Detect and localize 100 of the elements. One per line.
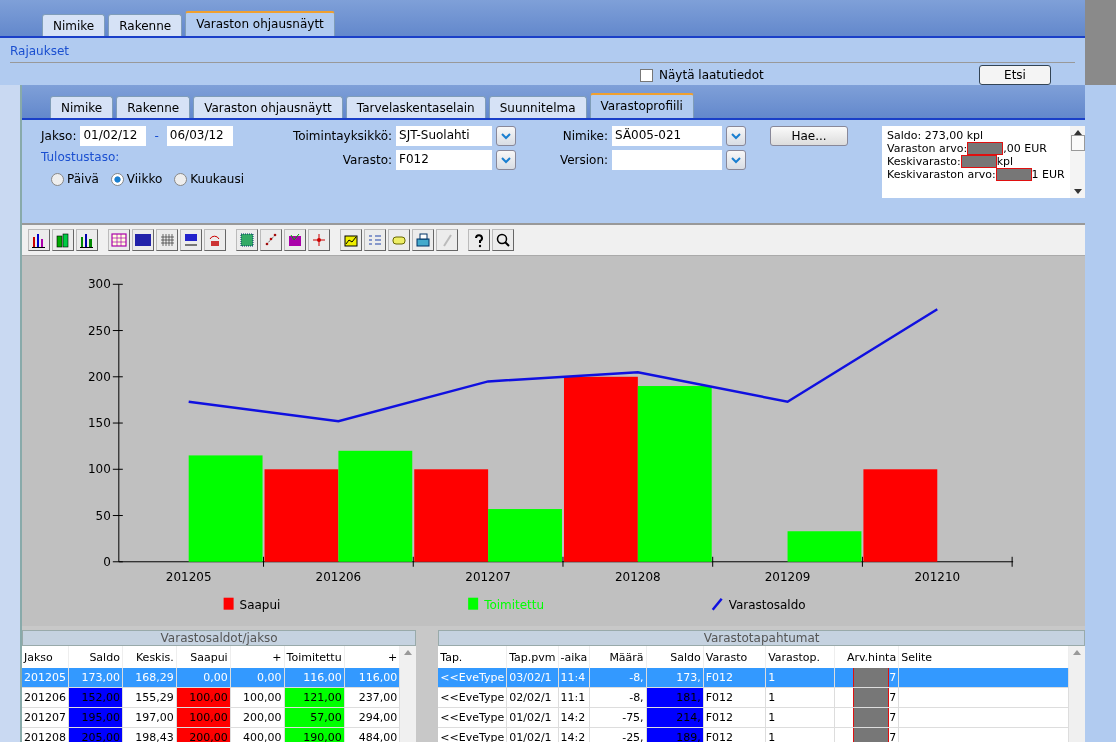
print-icon [414,231,432,249]
grouped-bars-button[interactable] [76,229,98,251]
radio-option[interactable]: Kuukausi [174,172,245,186]
table-cell: 01/02/1 [506,727,558,742]
pencil-button[interactable] [436,229,458,251]
legend-label: Varastosaldo [728,597,806,612]
grid-button[interactable] [156,229,178,251]
table-cell: 7 [889,711,897,724]
legend-swatch [468,597,479,610]
tab[interactable]: Nimike [50,96,114,118]
radio-option[interactable]: Viikko [110,172,163,186]
field-label: Nimike: [561,129,609,143]
tab[interactable]: Tarvelaskentaselain [345,96,486,118]
table-cell: 294,00 [344,707,400,728]
bar-chart-icon [30,231,48,249]
dropdown-button[interactable] [726,150,747,170]
dropdown-button[interactable] [496,126,517,146]
table-cell: 237,00 [344,687,400,708]
axis-tick-label: 201207 [465,569,511,584]
table-cell: -8, [589,687,647,708]
combo-field[interactable]: SJT-Suolahti [396,126,493,146]
table-row[interactable]: 201207 195,00 197,00 100,00 200,00 57,00 294,00 [22,707,400,728]
dropdown-button[interactable] [496,150,517,170]
radio-button[interactable] [174,172,188,186]
axis-tick-label: 300 [87,277,111,292]
axis-tick-label: 201210 [914,569,961,584]
tab[interactable]: Varaston ohjausnäytt [185,11,335,36]
date-field[interactable]: 06/03/12 [166,126,233,146]
pattern-icon [238,231,256,249]
tab[interactable]: Rakenne [108,14,183,36]
checkbox[interactable] [640,68,653,82]
scrollbar[interactable] [400,646,417,742]
legend-button[interactable] [364,229,386,251]
table-cell: 484,00 [344,727,400,742]
tab[interactable]: Nimike [42,14,106,36]
axis-tick-label: 200 [87,369,111,384]
tab[interactable]: Rakenne [116,96,191,118]
table-cell: 7 [889,671,897,684]
palette-icon [286,231,304,249]
range-separator: - [154,129,159,143]
combo-field[interactable]: SÄ005-021 [612,126,723,146]
axis-tick-label: 201208 [615,569,661,584]
table-cell: F012 [703,687,766,708]
field-label: Varasto: [341,153,393,167]
search-button[interactable]: Etsi [979,65,1051,85]
axis-tick-label: 201206 [315,569,362,584]
table-row[interactable]: <<EveType 02/02/1 11:1 -8, 181, F012 1 7 [438,687,1069,708]
scroll-thumb[interactable] [1070,135,1085,151]
table-cell: <<EveType [438,668,507,688]
table-cell: 173, [646,668,704,688]
dropdown-button[interactable] [726,126,747,146]
table-cell: 168,29 [122,668,177,688]
legend-line-icon [711,597,723,611]
scrollbar[interactable] [1069,646,1085,742]
table-cell: 1 [765,707,835,728]
scrollbar[interactable] [1069,126,1086,198]
help-button[interactable] [468,229,490,251]
label-button[interactable] [388,229,410,251]
3d-chart-icon [54,231,72,249]
palette-button[interactable] [284,229,306,251]
radio-button[interactable] [110,172,124,186]
table-row[interactable]: 201206 152,00 155,29 100,00 100,00 121,00 237,00 [22,687,400,708]
field-label: Version: [558,153,609,167]
table-row[interactable]: <<EveType 01/02/1 14:2 -75, 214, F012 1 7 [438,707,1069,728]
fetch-button[interactable]: Hae... [770,126,849,146]
pattern-button[interactable] [236,229,258,251]
tab[interactable]: Varaston ohjausnäytt [193,96,343,118]
combo-field[interactable]: F012 [396,150,493,170]
3d-chart-button[interactable] [52,229,74,251]
tab[interactable]: Varastoprofiili [589,93,694,118]
legend-swatch [223,597,234,610]
field-label: Tulostustaso: [41,150,121,164]
summary-text: Varaston arvo: [887,142,968,155]
combo-field[interactable] [612,150,723,170]
table-cell: 116,00 [284,668,345,688]
print-button[interactable] [412,229,434,251]
area-image-button[interactable] [340,229,362,251]
summary-text: Keskivarasto: [887,155,961,168]
table-cell: <<EveType [438,707,507,728]
table-icon [110,231,128,249]
table-button[interactable] [108,229,130,251]
bar-chart-button[interactable] [28,229,50,251]
tab[interactable]: Suunnitelma [488,96,587,118]
scroll-down-icon[interactable] [1073,189,1082,195]
date-field[interactable]: 01/02/12 [80,126,147,146]
table-cell: 201208 [22,727,69,742]
summary-text: Saldo: 273,00 kpl [887,129,984,142]
table-cell: F012 [703,668,766,688]
radio-option[interactable]: Päivä [51,172,99,186]
search-button[interactable] [492,229,514,251]
axis-tick-label: 201209 [764,569,811,584]
table-cell: F012 [703,727,766,742]
axis-tick-label: 201205 [165,569,212,584]
crosshair-icon [310,231,328,249]
table-cell: 201206 [22,687,69,708]
table-title: Varastosaldot/jakso [22,630,417,646]
scatter-button[interactable] [260,229,282,251]
crosshair-button[interactable] [308,229,330,251]
group-title: Rajaukset [10,44,1075,63]
radio-button[interactable] [51,172,64,186]
